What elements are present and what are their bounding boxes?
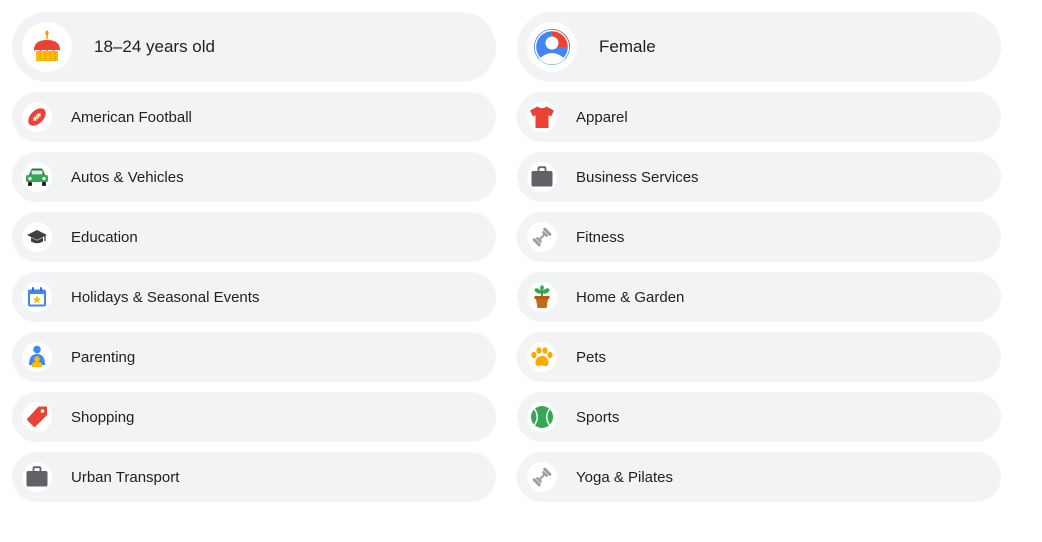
price-tag-icon	[22, 402, 52, 432]
chip-label: 18–24 years old	[94, 37, 215, 56]
chip-label: Holidays & Seasonal Events	[71, 288, 260, 306]
chip-yoga-pilates[interactable]: Yoga & Pilates	[517, 452, 1001, 502]
chip-label: Shopping	[71, 408, 135, 426]
tennis-ball-icon	[527, 402, 557, 432]
chip-label: Parenting	[71, 348, 136, 366]
person-avatar-icon	[527, 22, 577, 72]
chip-label: Home & Garden	[576, 288, 685, 306]
dumbbell-icon	[527, 222, 557, 252]
chip-education[interactable]: Education	[12, 212, 496, 262]
chip-autos-vehicles[interactable]: Autos & Vehicles	[12, 152, 496, 202]
chip-fitness[interactable]: Fitness	[517, 212, 1001, 262]
paw-icon	[527, 342, 557, 372]
tshirt-icon	[527, 102, 557, 132]
chip-shopping[interactable]: Shopping	[12, 392, 496, 442]
chip-label: Fitness	[576, 228, 625, 246]
chip-apparel[interactable]: Apparel	[517, 92, 1001, 142]
chip-age-range[interactable]: 18–24 years old	[12, 12, 496, 82]
chip-label: Apparel	[576, 108, 628, 126]
briefcase-icon	[22, 462, 52, 492]
chip-parenting[interactable]: Parenting	[12, 332, 496, 382]
chip-american-football[interactable]: American Football	[12, 92, 496, 142]
chip-label: Female	[599, 37, 656, 56]
potted-plant-icon	[527, 282, 557, 312]
birthday-cake-icon	[22, 22, 72, 72]
chip-label: Pets	[576, 348, 607, 366]
chip-pets[interactable]: Pets	[517, 332, 1001, 382]
chip-label: Business Services	[576, 168, 699, 186]
chip-urban-transport[interactable]: Urban Transport	[12, 452, 496, 502]
graduation-cap-icon	[22, 222, 52, 252]
chip-label: Sports	[576, 408, 620, 426]
chip-label: Education	[71, 228, 138, 246]
calendar-star-icon	[22, 282, 52, 312]
chip-label: Yoga & Pilates	[576, 468, 674, 486]
chip-label: Autos & Vehicles	[71, 168, 184, 186]
chip-label: American Football	[71, 108, 192, 126]
chip-sports[interactable]: Sports	[517, 392, 1001, 442]
chip-gender[interactable]: Female	[517, 12, 1001, 82]
chip-business-services[interactable]: Business Services	[517, 152, 1001, 202]
parent-child-icon	[22, 342, 52, 372]
chip-label: Urban Transport	[71, 468, 180, 486]
briefcase-icon	[527, 162, 557, 192]
car-icon	[22, 162, 52, 192]
chip-holidays-seasonal[interactable]: Holidays & Seasonal Events	[12, 272, 496, 322]
dumbbell-icon	[527, 462, 557, 492]
chip-home-garden[interactable]: Home & Garden	[517, 272, 1001, 322]
football-icon	[22, 102, 52, 132]
